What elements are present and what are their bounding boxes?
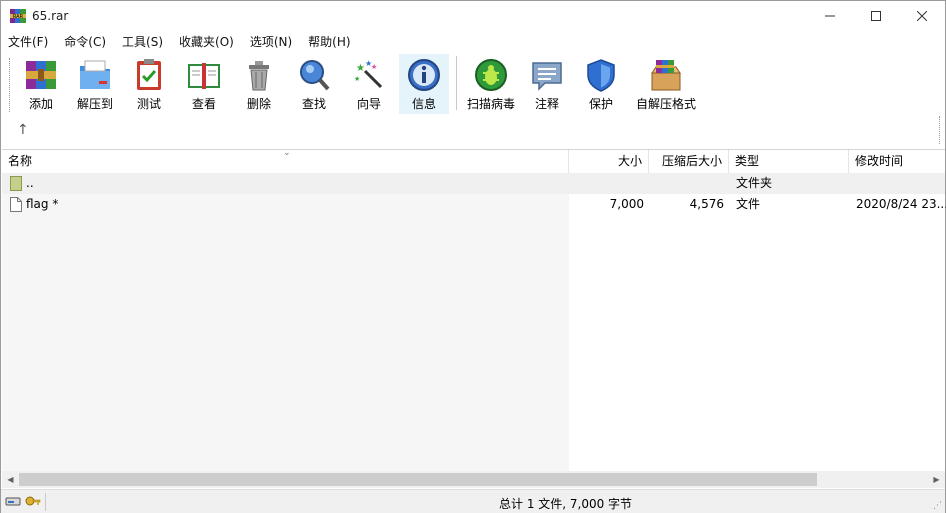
status-divider <box>45 493 46 511</box>
menu-help[interactable]: 帮助(H) <box>307 31 351 52</box>
column-name[interactable]: 名称 <box>2 150 569 174</box>
parent-folder-icon <box>10 176 22 191</box>
info-button[interactable]: 信息 <box>399 54 449 114</box>
maximize-icon <box>871 11 881 21</box>
row-packed: 4,576 <box>689 197 724 211</box>
key-icon[interactable] <box>25 494 41 508</box>
scroll-right-icon[interactable]: ▶ <box>928 471 945 488</box>
close-button[interactable] <box>899 1 945 31</box>
title-bar: RAR 65.rar <box>1 1 945 31</box>
comment-button[interactable]: 注释 <box>525 54 569 114</box>
winrar-window: RAR 65.rar 文件(F) 命令(C) 工具(S) 收藏夹(O) 选项(N… <box>0 0 946 513</box>
minimize-icon <box>825 15 835 17</box>
name-column-shade <box>2 173 569 471</box>
drive-icon[interactable] <box>5 494 21 508</box>
extract-to-button[interactable]: 解压到 <box>71 54 119 114</box>
row-size <box>569 173 644 194</box>
menu-commands[interactable]: 命令(C) <box>63 31 107 52</box>
menu-favorites[interactable]: 收藏夹(O) <box>178 31 235 52</box>
add-archive-icon <box>26 61 56 89</box>
scrollbar-thumb[interactable] <box>19 473 817 486</box>
extract-to-icon <box>80 60 110 89</box>
sfx-icon <box>651 60 681 91</box>
menu-file[interactable]: 文件(F) <box>7 31 49 52</box>
view-label: 查看 <box>191 97 216 111</box>
file-list: .. 文件夹 flag * 7,000 4,576 文件 2020/8/24 2… <box>2 173 946 471</box>
status-bar: 总计 1 文件, 7,000 字节 ⋰ <box>1 489 945 513</box>
svg-text:★: ★ <box>356 63 365 74</box>
add-label: 添加 <box>28 97 53 111</box>
sfx-label: 自解压格式 <box>635 97 696 111</box>
resize-grip-icon[interactable]: ⋰ <box>933 501 942 511</box>
sfx-button[interactable]: 自解压格式 <box>633 54 699 114</box>
comment-icon <box>532 62 562 91</box>
test-button[interactable]: 测试 <box>127 54 171 114</box>
menu-options[interactable]: 选项(N) <box>249 31 293 52</box>
status-icons <box>5 494 41 508</box>
scroll-left-icon[interactable]: ◀ <box>2 471 19 488</box>
window-title: 65.rar <box>32 9 69 23</box>
virus-scan-label: 扫描病毒 <box>466 97 515 111</box>
horizontal-scrollbar[interactable]: ◀ ▶ <box>2 471 945 488</box>
column-packed-size[interactable]: 压缩后大小 <box>649 150 729 174</box>
wizard-label: 向导 <box>356 97 381 111</box>
toolbar-separator <box>456 56 457 110</box>
wizard-icon: ★ ★ ★ ★ <box>354 59 383 89</box>
minimize-button[interactable] <box>807 1 853 31</box>
find-icon <box>300 60 330 91</box>
svg-text:★: ★ <box>354 75 360 83</box>
column-modified[interactable]: 修改时间 <box>849 150 945 174</box>
up-folder-button[interactable]: ↑ <box>17 122 29 138</box>
view-button[interactable]: 查看 <box>181 54 227 114</box>
column-size[interactable]: 大小 <box>569 150 649 174</box>
row-size: 7,000 <box>609 197 644 211</box>
svg-text:★: ★ <box>371 63 377 71</box>
svg-text:RAR: RAR <box>13 14 24 20</box>
row-modified: 2020/8/24 23... <box>856 197 946 211</box>
close-icon <box>917 11 927 21</box>
protect-button[interactable]: 保护 <box>579 54 623 114</box>
add-button[interactable]: 添加 <box>19 54 63 114</box>
row-name: .. <box>26 176 34 190</box>
toolbar: 添加 解压到 测试 查看 删除 查找 ★ ★ ★ ★ 向导 信息 扫描病毒 注释… <box>1 52 945 147</box>
protect-label: 保护 <box>588 97 613 111</box>
column-type[interactable]: 类型 <box>729 150 849 174</box>
comment-label: 注释 <box>534 97 559 111</box>
toolbar-grip-right[interactable] <box>939 116 941 144</box>
menu-bar: 文件(F) 命令(C) 工具(S) 收藏夹(O) 选项(N) 帮助(H) <box>1 31 945 52</box>
table-row[interactable]: flag * 7,000 4,576 文件 2020/8/24 23... <box>2 194 946 215</box>
table-row[interactable]: .. 文件夹 <box>2 173 945 194</box>
info-icon <box>408 59 440 91</box>
extract-to-label: 解压到 <box>76 97 113 111</box>
maximize-button[interactable] <box>853 1 899 31</box>
find-label: 查找 <box>301 97 326 111</box>
view-icon <box>188 63 220 89</box>
status-text: 总计 1 文件, 7,000 字节 <box>499 497 633 511</box>
wizard-button[interactable]: ★ ★ ★ ★ 向导 <box>347 54 391 114</box>
delete-label: 删除 <box>246 97 271 111</box>
row-type: 文件夹 <box>736 176 773 190</box>
row-type: 文件 <box>736 197 761 211</box>
delete-icon <box>249 61 269 91</box>
winrar-app-icon: RAR <box>10 9 26 23</box>
row-name: flag * <box>26 197 59 211</box>
file-icon <box>10 197 22 212</box>
virus-scan-button[interactable]: 扫描病毒 <box>462 54 520 114</box>
menu-tools[interactable]: 工具(S) <box>121 31 164 52</box>
row-packed <box>649 173 724 194</box>
find-button[interactable]: 查找 <box>292 54 336 114</box>
info-label: 信息 <box>411 97 436 111</box>
virus-scan-icon <box>475 59 507 91</box>
delete-button[interactable]: 删除 <box>237 54 281 114</box>
protect-icon <box>587 59 615 92</box>
test-label: 测试 <box>136 97 161 111</box>
file-list-header: ⌄ 名称 大小 压缩后大小 类型 修改时间 <box>2 148 945 174</box>
toolbar-grip[interactable] <box>9 58 11 112</box>
test-icon <box>137 59 161 90</box>
